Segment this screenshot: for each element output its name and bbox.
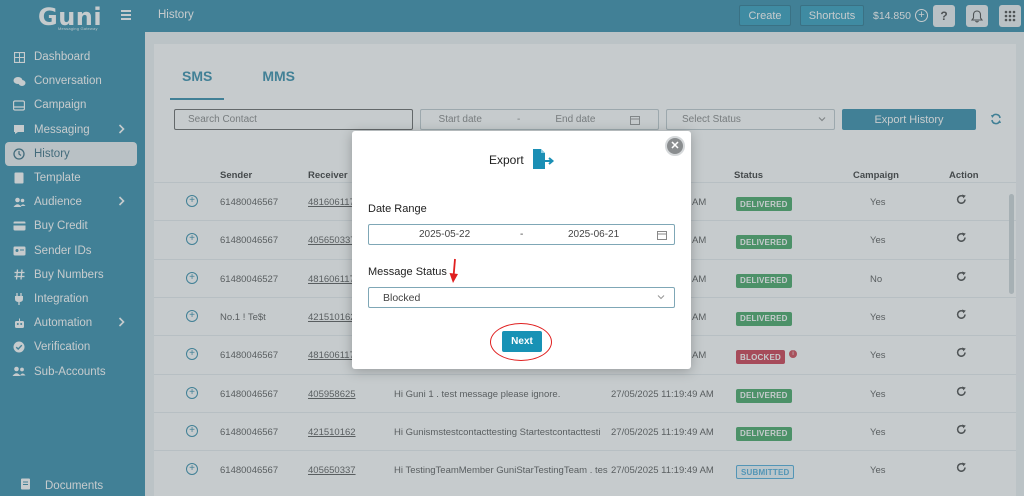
message-status-label: Message Status xyxy=(368,266,447,278)
message-status-value: Blocked xyxy=(383,292,421,304)
red-arrow-annotation xyxy=(449,258,458,283)
calendar-icon xyxy=(657,231,667,240)
highlight-circle xyxy=(490,323,552,361)
start-date-value: 2025-05-22 xyxy=(419,229,471,240)
end-date-value: 2025-06-21 xyxy=(568,229,620,240)
chevron-down-icon xyxy=(657,295,665,300)
date-separator: - xyxy=(520,229,524,240)
modal-date-range-input[interactable]: 2025-05-22 - 2025-06-21 xyxy=(368,224,675,245)
message-status-select[interactable]: Blocked xyxy=(368,287,675,308)
date-range-label: Date Range xyxy=(368,203,427,215)
modal-title: Export xyxy=(489,153,524,167)
close-icon[interactable]: ✕ xyxy=(665,136,685,156)
export-file-icon xyxy=(531,148,555,173)
